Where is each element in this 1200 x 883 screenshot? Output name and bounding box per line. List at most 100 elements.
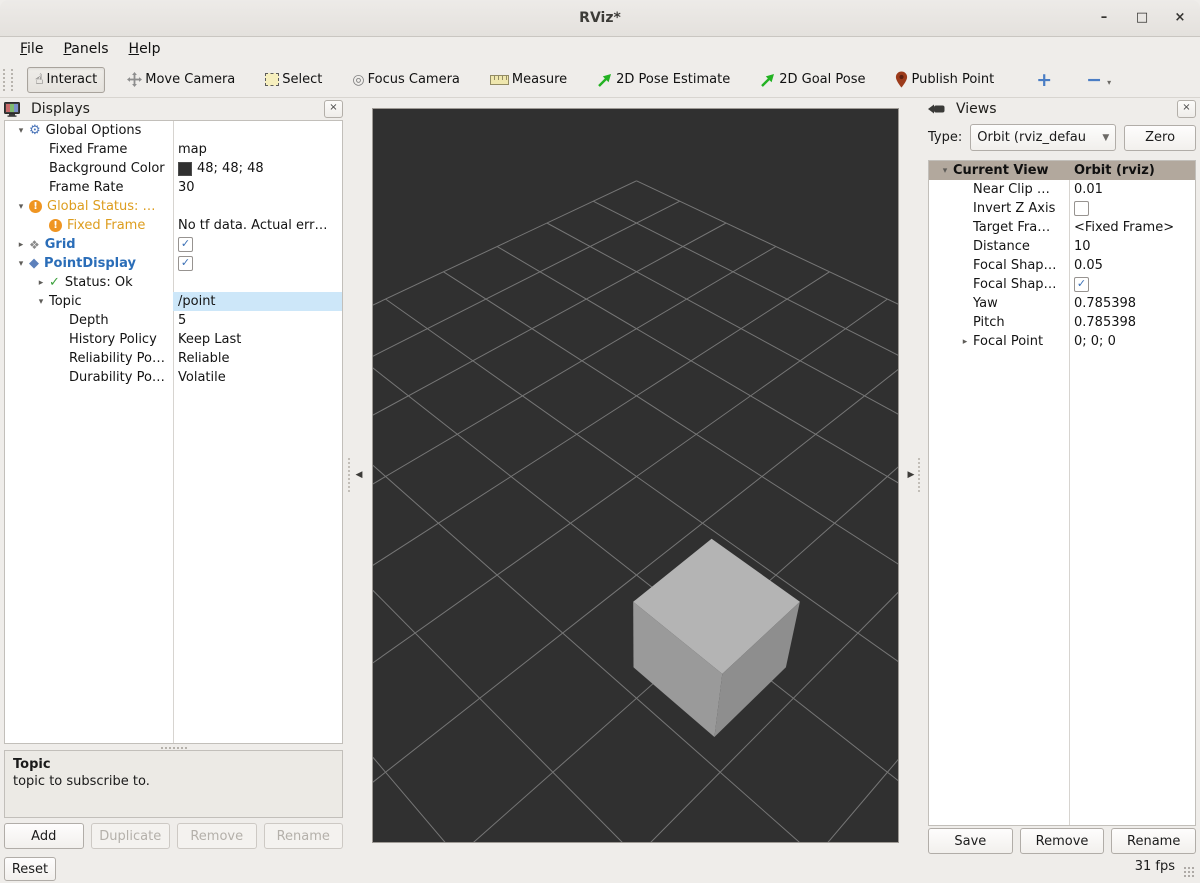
property-value-cell[interactable]: 10 bbox=[1069, 237, 1195, 256]
remove-tool-button[interactable]: − ▾ bbox=[1078, 68, 1119, 92]
property-label-cell: Focal Shap… bbox=[929, 275, 1069, 294]
menu-help[interactable]: Help bbox=[119, 39, 171, 59]
remove-button[interactable]: Remove bbox=[1020, 828, 1105, 854]
property-value-cell[interactable]: 0.01 bbox=[1069, 180, 1195, 199]
expander-icon[interactable]: ▸ bbox=[13, 240, 29, 250]
property-value-cell[interactable]: Keep Last bbox=[173, 330, 342, 349]
tree-row-invert-z-axis[interactable]: Invert Z Axis bbox=[929, 199, 1195, 218]
tool-publish-point[interactable]: Publish Point bbox=[887, 66, 1002, 93]
view-type-select[interactable]: Orbit (rviz_defau ▼ bbox=[970, 124, 1116, 151]
tool-2d-goal-pose[interactable]: 2D Goal Pose bbox=[752, 67, 873, 93]
tree-row-global-status[interactable]: ▾! Global Status: … bbox=[5, 197, 342, 216]
property-label: Global Status: … bbox=[47, 199, 156, 214]
expander-icon[interactable]: ▾ bbox=[13, 202, 29, 212]
tree-row-current-view[interactable]: ▾Current ViewOrbit (rviz) bbox=[929, 161, 1195, 180]
views-close-icon[interactable]: × bbox=[1177, 100, 1196, 118]
displays-tree[interactable]: ▾⚙Global OptionsFixed FramemapBackground… bbox=[4, 120, 343, 744]
tool-interact[interactable]: ☝Interact bbox=[27, 67, 105, 93]
checkbox[interactable] bbox=[1074, 201, 1089, 216]
tree-row-status-ok[interactable]: ▸✓Status: Ok bbox=[5, 273, 342, 292]
tree-row-history-policy[interactable]: History PolicyKeep Last bbox=[5, 330, 342, 349]
left-splitter[interactable]: ◀ bbox=[348, 458, 366, 492]
add-button[interactable]: Add bbox=[4, 823, 84, 849]
views-panel-header[interactable]: Views × bbox=[928, 98, 1196, 120]
minimize-icon[interactable]: – bbox=[1096, 10, 1112, 26]
toolbar-drag-handle[interactable] bbox=[3, 69, 13, 91]
tree-row-fixed-frame[interactable]: !Fixed FrameNo tf data. Actual err… bbox=[5, 216, 342, 235]
tool-measure[interactable]: Measure bbox=[482, 67, 575, 92]
maximize-icon[interactable]: □ bbox=[1134, 10, 1150, 26]
3d-viewport[interactable] bbox=[372, 108, 899, 843]
property-value-cell[interactable]: 0.785398 bbox=[1069, 294, 1195, 313]
expander-icon[interactable]: ▾ bbox=[937, 166, 953, 176]
add-tool-button[interactable]: + bbox=[1028, 68, 1060, 92]
tree-row-topic[interactable]: ▾Topic/point bbox=[5, 292, 342, 311]
tree-row-global-options[interactable]: ▾⚙Global Options bbox=[5, 121, 342, 140]
tool-focus-camera[interactable]: ◎Focus Camera bbox=[344, 67, 468, 93]
rename-button[interactable]: Rename bbox=[1111, 828, 1196, 854]
displays-close-icon[interactable]: × bbox=[324, 100, 343, 118]
tree-row-depth[interactable]: Depth5 bbox=[5, 311, 342, 330]
menu-panels[interactable]: Panels bbox=[53, 39, 118, 59]
tree-row-fixed-frame[interactable]: Fixed Framemap bbox=[5, 140, 342, 159]
property-value-cell[interactable]: 0; 0; 0 bbox=[1069, 332, 1195, 351]
tool-select[interactable]: Select bbox=[257, 67, 330, 92]
tree-row-reliability-po[interactable]: Reliability Po…Reliable bbox=[5, 349, 342, 368]
property-label-cell: Target Fra… bbox=[929, 218, 1069, 237]
tool-2d-pose-estimate[interactable]: 2D Pose Estimate bbox=[589, 67, 738, 93]
property-value-cell[interactable] bbox=[1069, 199, 1195, 218]
expander-icon[interactable]: ▾ bbox=[13, 126, 29, 136]
menu-file[interactable]: File bbox=[10, 39, 53, 59]
tree-row-pointdisplay[interactable]: ▾◆PointDisplay✓ bbox=[5, 254, 342, 273]
title-bar[interactable]: RViz* – □ × bbox=[0, 0, 1200, 37]
checkbox[interactable]: ✓ bbox=[178, 256, 193, 271]
property-value-cell[interactable]: map bbox=[173, 140, 342, 159]
checkbox[interactable]: ✓ bbox=[178, 237, 193, 252]
tool-move-camera[interactable]: Move Camera bbox=[119, 67, 243, 92]
tree-row-focal-point[interactable]: ▸Focal Point0; 0; 0 bbox=[929, 332, 1195, 351]
save-button[interactable]: Save bbox=[928, 828, 1013, 854]
collapse-right-icon[interactable]: ▶ bbox=[904, 462, 918, 488]
property-value-cell[interactable]: Volatile bbox=[173, 368, 342, 387]
close-icon[interactable]: × bbox=[1172, 10, 1188, 26]
property-value-cell[interactable]: /point bbox=[173, 292, 342, 311]
tree-row-durability-po[interactable]: Durability Po…Volatile bbox=[5, 368, 342, 387]
expander-icon[interactable]: ▸ bbox=[33, 278, 49, 288]
tree-row-focal-shap[interactable]: Focal Shap…0.05 bbox=[929, 256, 1195, 275]
property-value-cell[interactable]: 5 bbox=[173, 311, 342, 330]
tree-row-grid[interactable]: ▸❖Grid✓ bbox=[5, 235, 342, 254]
tree-row-background-color[interactable]: Background Color48; 48; 48 bbox=[5, 159, 342, 178]
zero-button[interactable]: Zero bbox=[1124, 125, 1196, 151]
tree-row-frame-rate[interactable]: Frame Rate30 bbox=[5, 178, 342, 197]
collapse-left-icon[interactable]: ◀ bbox=[352, 462, 366, 488]
property-value-cell[interactable]: 0.05 bbox=[1069, 256, 1195, 275]
property-value-cell[interactable]: ✓ bbox=[173, 254, 342, 273]
property-value-cell[interactable]: 0.785398 bbox=[1069, 313, 1195, 332]
property-label-cell: ▾Current View bbox=[929, 161, 1069, 180]
property-value-cell[interactable]: No tf data. Actual err… bbox=[173, 216, 342, 235]
warning-icon: ! bbox=[29, 200, 42, 213]
tree-row-distance[interactable]: Distance10 bbox=[929, 237, 1195, 256]
tree-row-near-clip[interactable]: Near Clip …0.01 bbox=[929, 180, 1195, 199]
property-value-cell[interactable]: ✓ bbox=[173, 235, 342, 254]
tree-row-target-fra[interactable]: Target Fra…<Fixed Frame> bbox=[929, 218, 1195, 237]
tree-row-pitch[interactable]: Pitch0.785398 bbox=[929, 313, 1195, 332]
displays-panel-header[interactable]: Displays × bbox=[4, 98, 343, 120]
reset-button[interactable]: Reset bbox=[4, 857, 56, 881]
checkbox[interactable]: ✓ bbox=[1074, 277, 1089, 292]
property-value-cell[interactable]: ✓ bbox=[1069, 275, 1195, 294]
right-splitter[interactable]: ▶ bbox=[904, 458, 922, 492]
property-value-cell[interactable]: Orbit (rviz) bbox=[1069, 161, 1195, 180]
focus-target-icon: ◎ bbox=[352, 72, 364, 88]
tree-row-yaw[interactable]: Yaw0.785398 bbox=[929, 294, 1195, 313]
tree-row-focal-shap[interactable]: Focal Shap… ✓ bbox=[929, 275, 1195, 294]
expander-icon[interactable]: ▾ bbox=[13, 259, 29, 269]
expander-icon[interactable]: ▾ bbox=[33, 297, 49, 307]
property-value-cell[interactable]: <Fixed Frame> bbox=[1069, 218, 1195, 237]
property-value-cell[interactable]: 30 bbox=[173, 178, 342, 197]
property-value-cell[interactable]: 48; 48; 48 bbox=[173, 159, 342, 178]
views-tree[interactable]: ▾Current ViewOrbit (rviz)Near Clip …0.01… bbox=[928, 160, 1196, 826]
expander-icon[interactable]: ▸ bbox=[957, 337, 973, 347]
property-value-cell[interactable]: Reliable bbox=[173, 349, 342, 368]
resize-grip[interactable] bbox=[1183, 866, 1195, 878]
